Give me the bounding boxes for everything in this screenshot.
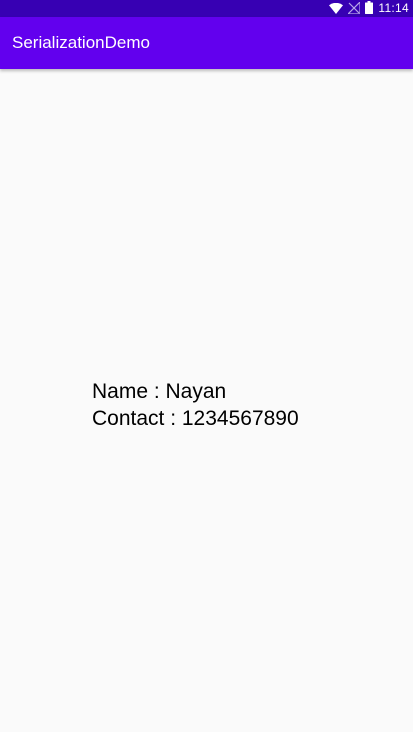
wifi-icon	[329, 0, 344, 18]
app-title: SerializationDemo	[12, 33, 150, 52]
contact-info: Name : Nayan Contact : 1234567890	[92, 378, 299, 432]
status-bar: 11:14	[0, 0, 413, 17]
signal-off-icon	[346, 0, 361, 18]
status-icons: 11:14	[329, 0, 409, 17]
main-content: Name : Nayan Contact : 1234567890	[0, 69, 413, 732]
app-bar: SerializationDemo	[0, 17, 413, 69]
battery-icon	[365, 0, 374, 18]
phone-screen: 11:14 SerializationDemo Name : Nayan Con…	[0, 0, 413, 732]
contact-line: Contact : 1234567890	[92, 407, 299, 430]
name-line: Name : Nayan	[92, 380, 227, 403]
status-time: 11:14	[378, 1, 409, 15]
